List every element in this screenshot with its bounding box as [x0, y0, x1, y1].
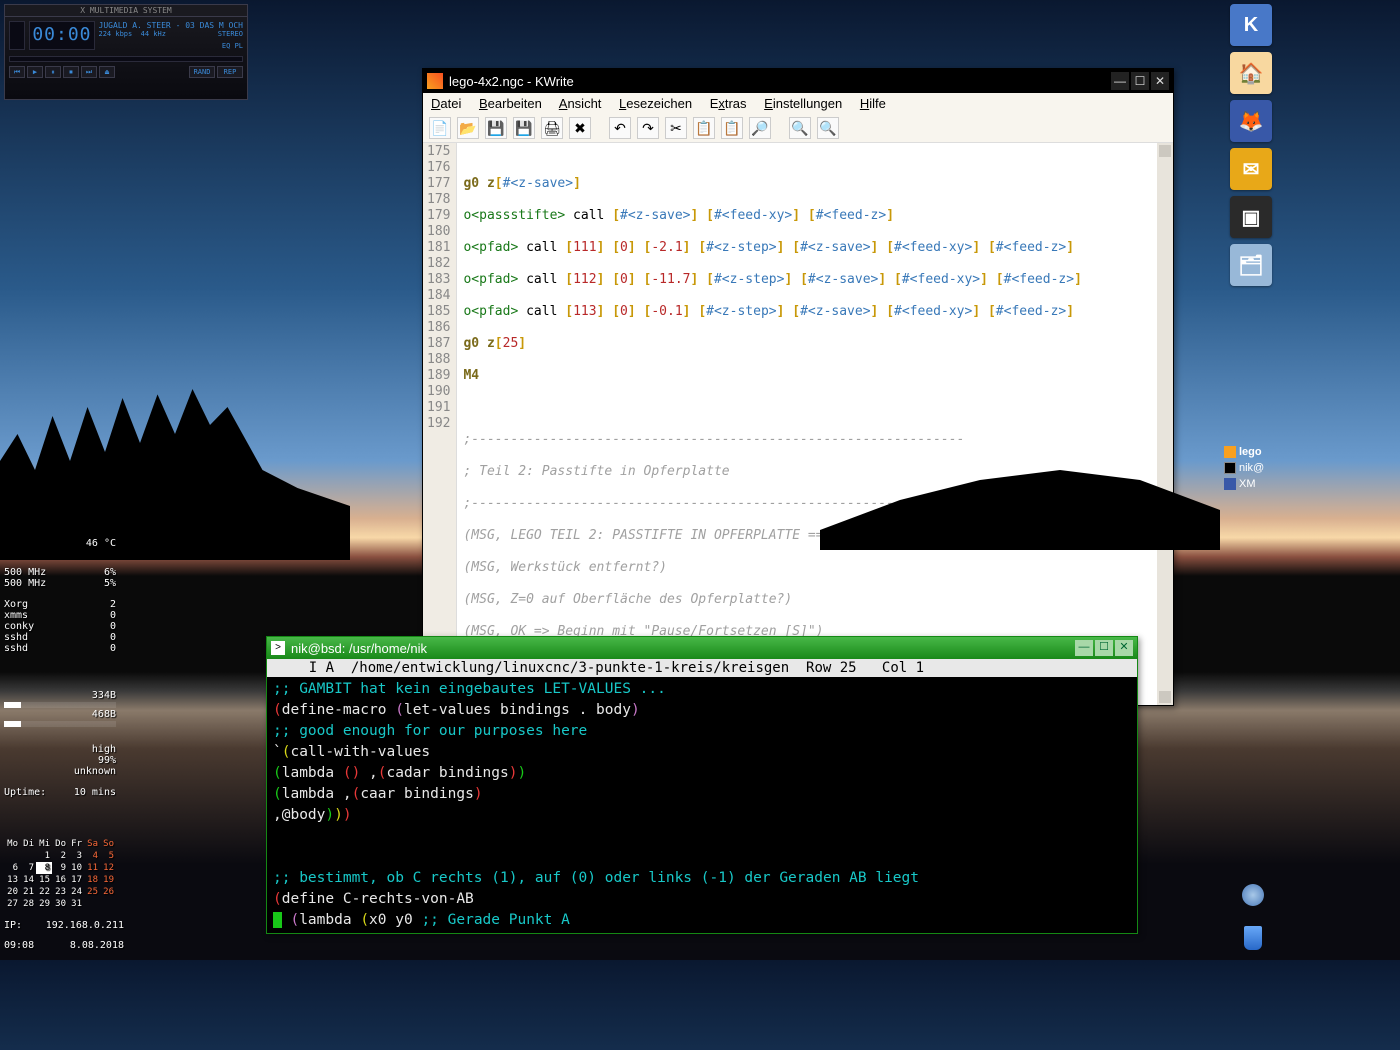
terminal-window: > nik@bsd: /usr/home/nik — ☐ ✕ I A /home… [266, 636, 1138, 934]
menu-hilfe[interactable]: Hilfe [860, 96, 886, 111]
copy-icon[interactable]: 📋 [693, 117, 715, 139]
xmms-track: JUGALD A. STEER - 03 DAS M OCH [99, 21, 244, 30]
find-icon[interactable]: 🔎 [749, 117, 771, 139]
kwrite-titlebar[interactable]: lego-4x2.ngc - KWrite — ☐ ✕ [423, 69, 1173, 93]
xmms-titlebar[interactable]: X MULTIMEDIA SYSTEM [5, 5, 247, 17]
terminal-icon [1224, 462, 1236, 474]
trash-icon[interactable] [1244, 926, 1262, 950]
xmms-info: 224 kbps 44 kHz STEREO [99, 30, 244, 38]
conky-network: 334B 468B high 99% unknown Uptime:10 min… [4, 690, 116, 798]
cut-icon[interactable]: ✂ [665, 117, 687, 139]
paste-icon[interactable]: 📋 [721, 117, 743, 139]
conky-sensors: 46 °C 500 MHz6% 500 MHz5% Xorg2 xmms0 co… [4, 538, 116, 654]
scrollbar[interactable] [1157, 143, 1173, 705]
conky-calendar: MoDiMiDoFrSaSo 12345 6789101112 13141516… [4, 838, 124, 952]
zoom-in-icon[interactable]: 🔍 [789, 117, 811, 139]
open-icon[interactable]: 📂 [457, 117, 479, 139]
net-up-bar [4, 721, 116, 727]
kwrite-app-icon [427, 73, 443, 89]
zoom-out-icon[interactable]: 🔍 [817, 117, 839, 139]
toolbar: 📄 📂 💾 💾 🖨 ✖ ↶ ↷ ✂ 📋 📋 🔎 🔍 🔍 [423, 114, 1173, 143]
editor[interactable]: 1751761771781791801811821831841851861871… [423, 143, 1173, 705]
print-icon[interactable]: 🖨 [541, 117, 563, 139]
undo-icon[interactable]: ↶ [609, 117, 631, 139]
kde-menu-icon[interactable]: K [1230, 4, 1272, 46]
right-dock: K 🏠 🦊 ✉ ▣ 🗂 [1224, 4, 1278, 286]
prev-button[interactable]: ⏮ [9, 66, 25, 78]
xmms-viz [9, 21, 25, 50]
minimize-button[interactable]: — [1111, 72, 1129, 90]
next-button[interactable]: ⏭ [81, 66, 97, 78]
close-file-icon[interactable]: ✖ [569, 117, 591, 139]
close-button[interactable]: ✕ [1151, 72, 1169, 90]
rand-button[interactable]: RAND [189, 66, 215, 78]
rep-button[interactable]: REP [217, 66, 243, 78]
terminal-body[interactable]: ;; GAMBIT hat kein eingebautes LET-VALUE… [267, 677, 1137, 933]
menubar: Datei Bearbeiten Ansicht Lesezeichen Ext… [423, 93, 1173, 114]
line-gutter: 1751761771781791801811821831841851861871… [423, 143, 457, 705]
terminal-icon: > [271, 641, 285, 655]
systray [1242, 884, 1264, 950]
window-title: lego-4x2.ngc - KWrite [449, 74, 574, 89]
maximize-button[interactable]: ☐ [1131, 72, 1149, 90]
mail-icon[interactable]: ✉ [1230, 148, 1272, 190]
xmms-icon [1224, 478, 1236, 490]
pause-button[interactable]: ⏸ [45, 66, 61, 78]
xmms-time-lcd: 00:00 [29, 21, 94, 50]
task-xmms[interactable]: XM [1220, 476, 1280, 492]
home-icon[interactable]: 🏠 [1230, 52, 1272, 94]
firefox-icon[interactable]: 🦊 [1230, 100, 1272, 142]
menu-bearbeiten[interactable]: Bearbeiten [479, 96, 542, 111]
xmms-seekbar[interactable] [9, 56, 243, 62]
saveas-icon[interactable]: 💾 [513, 117, 535, 139]
close-button[interactable]: ✕ [1115, 640, 1133, 656]
task-lego[interactable]: lego [1220, 444, 1280, 460]
editor-statusbar: I A /home/entwicklung/linuxcnc/3-punkte-… [267, 659, 1137, 677]
maximize-button[interactable]: ☐ [1095, 640, 1113, 656]
terminal-titlebar[interactable]: > nik@bsd: /usr/home/nik — ☐ ✕ [267, 637, 1137, 659]
play-button[interactable]: ▶ [27, 66, 43, 78]
menu-ansicht[interactable]: Ansicht [559, 96, 602, 111]
menu-extras[interactable]: Extras [710, 96, 747, 111]
save-icon[interactable]: 💾 [485, 117, 507, 139]
terminal-title: nik@bsd: /usr/home/nik [291, 641, 427, 656]
redo-icon[interactable]: ↷ [637, 117, 659, 139]
file-manager-icon[interactable]: 🗂 [1230, 244, 1272, 286]
minimize-button[interactable]: — [1075, 640, 1093, 656]
code-area[interactable]: g0 z[#<z-save>] o<passstifte> call [#<z-… [457, 143, 1157, 705]
kwrite-icon [1224, 446, 1236, 458]
task-list: lego nik@ XM [1220, 444, 1280, 492]
task-terminal[interactable]: nik@ [1220, 460, 1280, 476]
kwrite-window: lego-4x2.ngc - KWrite — ☐ ✕ Datei Bearbe… [422, 68, 1174, 706]
menu-datei[interactable]: Datei [431, 96, 461, 111]
eject-button[interactable]: ⏏ [99, 66, 115, 78]
konsole-icon[interactable]: ▣ [1230, 196, 1272, 238]
menu-lesezeichen[interactable]: Lesezeichen [619, 96, 692, 111]
xmms-player[interactable]: X MULTIMEDIA SYSTEM 00:00 JUGALD A. STEE… [4, 4, 248, 100]
volume-icon[interactable] [1242, 884, 1264, 906]
menu-einstellungen[interactable]: Einstellungen [764, 96, 842, 111]
new-icon[interactable]: 📄 [429, 117, 451, 139]
stop-button[interactable]: ⏹ [63, 66, 79, 78]
net-down-bar [4, 702, 116, 708]
